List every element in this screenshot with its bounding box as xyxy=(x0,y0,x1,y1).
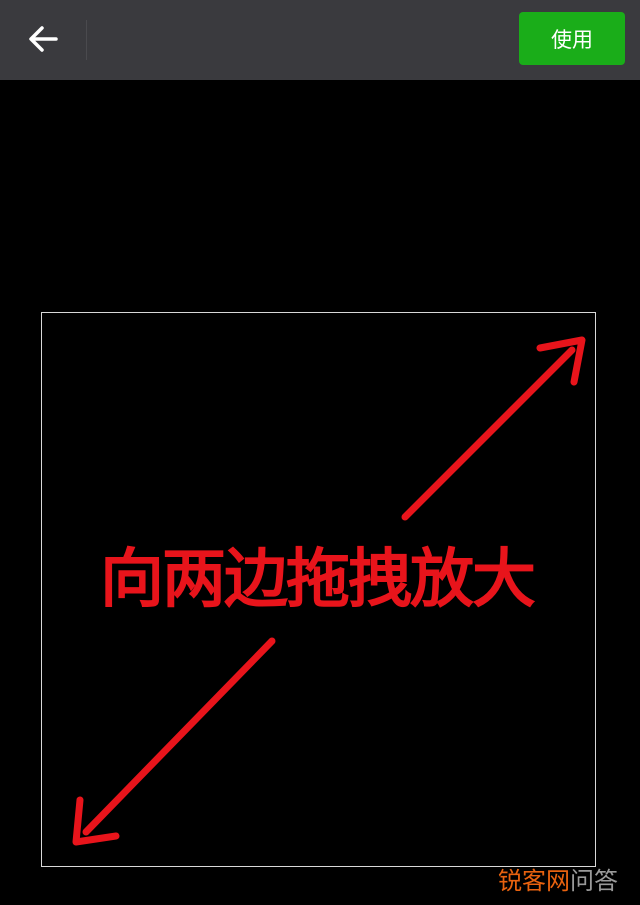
use-button[interactable]: 使用 xyxy=(519,12,625,65)
watermark-brand: 锐客网 xyxy=(498,866,570,895)
watermark-suffix: 问答 xyxy=(570,866,618,895)
arrow-left-icon xyxy=(29,26,58,52)
top-toolbar: 使用 xyxy=(0,0,640,80)
watermark: 锐客网 问答 xyxy=(498,860,618,896)
toolbar-divider xyxy=(86,20,87,60)
back-button[interactable] xyxy=(18,16,68,62)
drag-instruction-text: 向两边拖拽放大 xyxy=(100,543,536,617)
